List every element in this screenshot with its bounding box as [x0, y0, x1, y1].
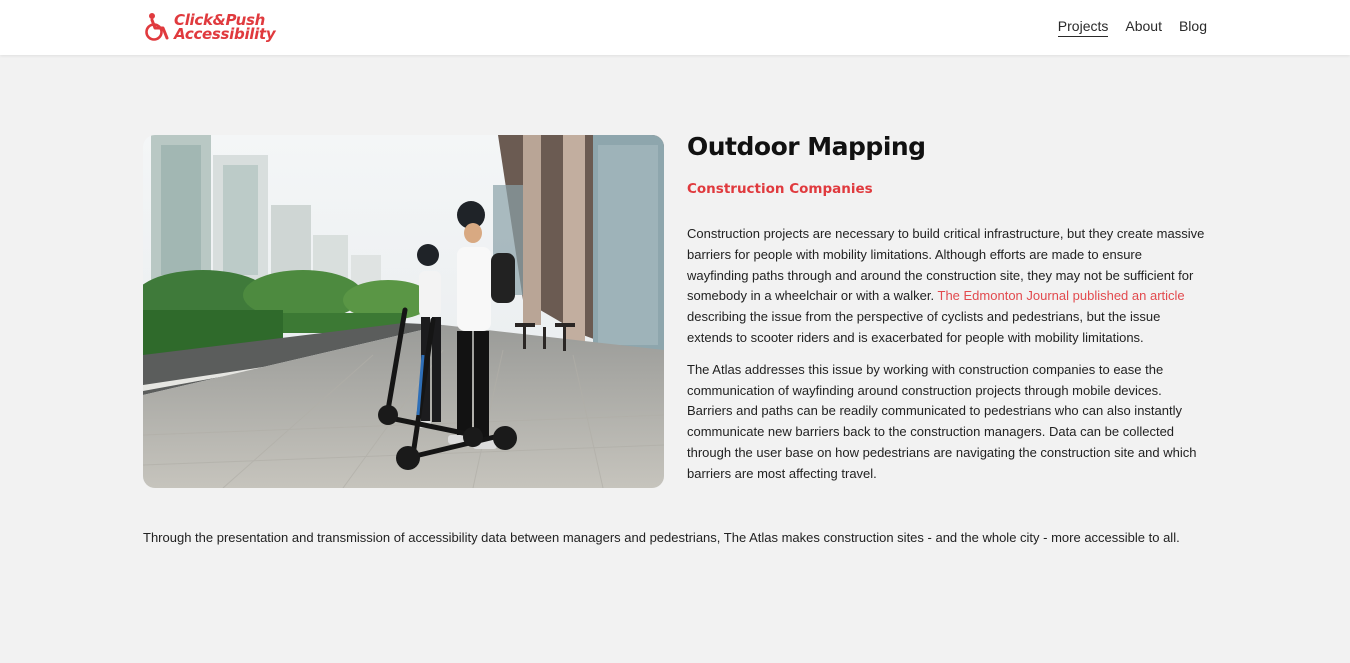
top-navigation-bar: Click&Push Accessibility Projects About …: [0, 0, 1350, 55]
page-title: Outdoor Mapping: [687, 132, 926, 161]
paragraph-2: The Atlas addresses this issue by workin…: [687, 361, 1197, 481]
nav-link-about[interactable]: About: [1125, 18, 1162, 37]
section-subtitle: Construction Companies: [687, 181, 873, 197]
closing-paragraph: Through the presentation and transmissio…: [143, 530, 1180, 545]
scooter-riders-photo: [143, 135, 664, 488]
article-content: Outdoor Mapping Construction Companies C…: [687, 132, 1207, 485]
nav-link-projects[interactable]: Projects: [1057, 18, 1109, 37]
brand-line2: Accessibility: [174, 25, 276, 43]
wheelchair-logo-icon: [145, 13, 169, 41]
main-nav: Projects About Blog: [1057, 18, 1207, 37]
edmonton-journal-link[interactable]: The Edmonton Journal published an articl…: [938, 288, 1185, 303]
brand-logo[interactable]: Click&Push Accessibility: [143, 12, 276, 43]
brand-wordmark: Click&Push Accessibility: [174, 13, 276, 43]
paragraph-1: Construction projects are necessary to b…: [687, 224, 1207, 349]
paragraph-1-text-cont: describing the issue from the perspectiv…: [687, 309, 1161, 345]
photo-illustration: [143, 135, 664, 488]
nav-link-blog[interactable]: Blog: [1179, 18, 1207, 37]
